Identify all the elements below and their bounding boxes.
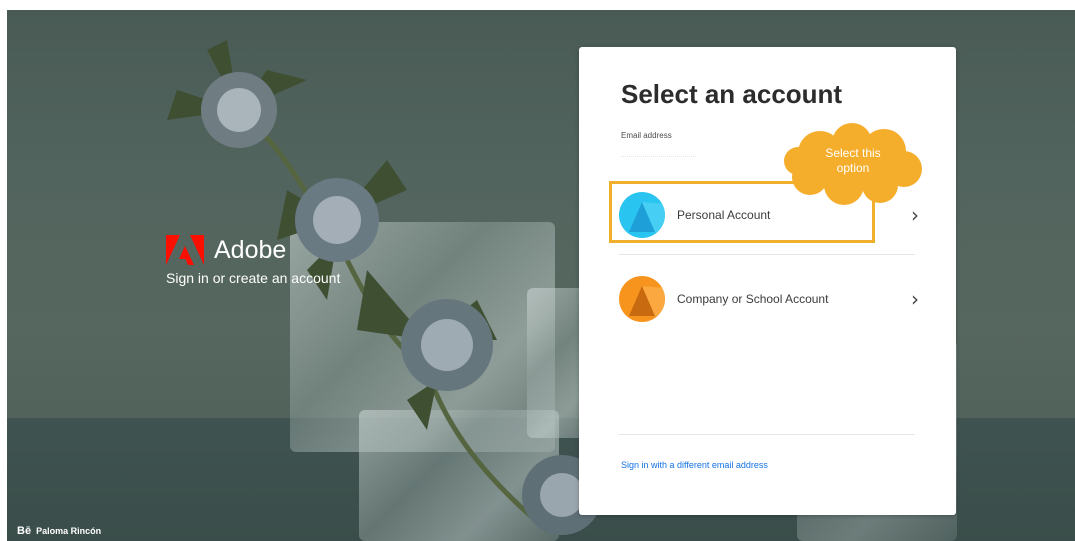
brand-tagline: Sign in or create an account (166, 270, 341, 286)
annotation-callout: Select this option (782, 123, 924, 205)
callout-line: Select this (825, 146, 881, 160)
company-account-label: Company or School Account (677, 292, 829, 306)
company-account-option[interactable]: Company or School Account › (619, 271, 919, 327)
callout-text: Select this option (782, 146, 924, 176)
account-select-card: Select an account Email address Personal… (579, 47, 956, 515)
photo-credit-author: Paloma Rincón (36, 526, 102, 536)
divider (619, 254, 915, 255)
personal-account-icon (619, 192, 665, 238)
divider (619, 434, 915, 435)
page-title: Select an account (621, 79, 843, 109)
different-email-link[interactable]: Sign in with a different email address (621, 460, 768, 470)
behance-icon: Bē (17, 525, 32, 537)
adobe-logo-icon (166, 235, 204, 265)
photo-credit[interactable]: Bē Paloma Rincón (17, 525, 101, 537)
company-account-icon (619, 276, 665, 322)
callout-line: option (836, 161, 870, 175)
email-label: Email address (621, 131, 672, 140)
chevron-right-icon: › (911, 287, 919, 311)
personal-account-label: Personal Account (677, 208, 771, 222)
brand-block: Adobe Sign in or create an account (166, 235, 340, 286)
chevron-right-icon: › (911, 203, 919, 227)
brand-name: Adobe (214, 236, 287, 264)
email-value (621, 149, 696, 157)
